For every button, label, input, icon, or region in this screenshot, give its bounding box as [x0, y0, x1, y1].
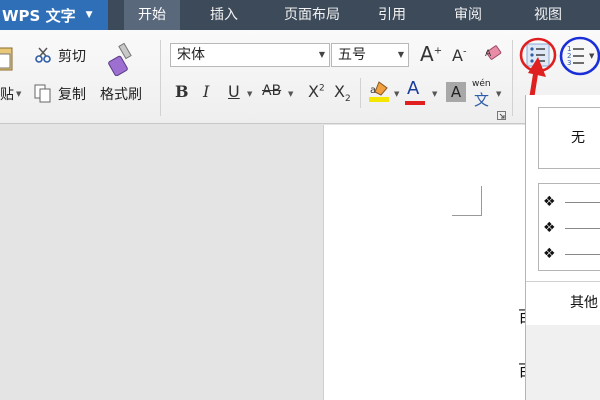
- bullet-option-none[interactable]: 无: [538, 107, 600, 169]
- bullet-option-diamond[interactable]: ❖ ❖ ❖: [538, 183, 600, 271]
- diamond-bullet-icon: ❖: [543, 194, 556, 210]
- numbered-list-button[interactable]: 1 2 3 ▼: [558, 34, 600, 76]
- app-title: WPS 文字: [2, 6, 76, 25]
- more-bullets-menu-item[interactable]: 其他: [570, 292, 598, 312]
- format-painter-icon[interactable]: [108, 42, 138, 76]
- chevron-down-icon[interactable]: ▼: [496, 90, 501, 98]
- app-menu-button[interactable]: WPS 文字 ▼: [0, 0, 108, 30]
- highlighter-icon[interactable]: ab: [367, 80, 391, 104]
- copy-icon[interactable]: [34, 84, 52, 104]
- tab-references[interactable]: 引用: [368, 0, 416, 30]
- cut-button[interactable]: 剪切: [58, 46, 86, 66]
- bullet-line-preview: [565, 253, 600, 255]
- phonetic-guide-top[interactable]: wén: [472, 79, 491, 89]
- group-divider: [360, 78, 361, 108]
- tab-insert[interactable]: 插入: [196, 0, 252, 30]
- shrink-font-button[interactable]: A-: [452, 46, 467, 65]
- tab-review[interactable]: 审阅: [444, 0, 492, 30]
- eraser-icon[interactable]: A: [484, 44, 506, 64]
- superscript-button[interactable]: X2: [308, 82, 325, 101]
- bullet-option-none-label: 无: [571, 130, 585, 146]
- title-tab-bar: WPS 文字 ▼ 开始 插入 页面布局 引用 审阅 视图: [0, 0, 600, 30]
- subscript-label: X: [334, 82, 345, 101]
- font-size-select[interactable]: 五号 ▼: [331, 43, 409, 67]
- grow-font-label: A: [420, 42, 434, 66]
- paste-icon[interactable]: [0, 44, 14, 72]
- copy-button[interactable]: 复制: [58, 84, 86, 104]
- diamond-bullet-icon: ❖: [543, 220, 556, 236]
- phonetic-guide-button[interactable]: 文: [474, 89, 489, 110]
- paste-label[interactable]: 贴: [0, 84, 14, 104]
- chevron-down-icon[interactable]: ▼: [319, 44, 325, 66]
- font-family-select[interactable]: 宋体 ▼: [170, 43, 330, 67]
- underline-button[interactable]: U: [228, 82, 240, 101]
- subscript-button[interactable]: X2: [334, 82, 351, 104]
- scissors-icon[interactable]: [34, 46, 52, 64]
- shrink-font-label: A: [452, 46, 463, 65]
- svg-text:3: 3: [567, 59, 571, 67]
- svg-text:▼: ▼: [589, 52, 595, 60]
- font-size-value: 五号: [338, 47, 366, 63]
- superscript-label: X: [308, 82, 319, 101]
- tab-view[interactable]: 视图: [520, 0, 576, 30]
- page-margin-marker: [452, 186, 482, 216]
- chevron-down-icon[interactable]: ▼: [432, 90, 437, 98]
- diamond-bullet-icon: ❖: [543, 246, 556, 262]
- character-shading-button[interactable]: A: [446, 82, 466, 102]
- chevron-down-icon[interactable]: ▼: [16, 90, 21, 98]
- chevron-down-icon[interactable]: ▼: [398, 44, 404, 66]
- bullet-style-dropdown: 无 ❖ ❖ ❖ 其他: [525, 95, 600, 400]
- dropdown-footer: [526, 325, 600, 400]
- font-family-value: 宋体: [177, 47, 205, 63]
- tab-home[interactable]: 开始: [124, 0, 180, 30]
- dialog-launcher-icon[interactable]: [497, 111, 506, 120]
- document-workspace: [0, 125, 600, 400]
- ribbon-home: 贴 ▼ 剪切 复制 格式刷 宋体 ▼ 五号 ▼ A+ A- A B I U ▼ …: [0, 30, 600, 124]
- chevron-down-icon[interactable]: ▼: [247, 90, 252, 98]
- bullet-line-preview: [565, 227, 600, 229]
- group-divider: [160, 40, 161, 116]
- chevron-down-icon: ▼: [85, 10, 93, 20]
- font-color-swatch: [405, 101, 425, 105]
- chevron-down-icon[interactable]: ▼: [288, 90, 293, 98]
- grow-font-button[interactable]: A+: [420, 42, 442, 66]
- menu-divider: [526, 281, 600, 282]
- svg-text:A: A: [485, 49, 492, 59]
- group-divider: [512, 40, 513, 116]
- format-painter-button[interactable]: 格式刷: [100, 84, 142, 104]
- font-color-button[interactable]: A: [407, 78, 419, 99]
- chevron-down-icon[interactable]: ▼: [394, 90, 399, 98]
- italic-button[interactable]: I: [203, 82, 209, 101]
- tab-page-layout[interactable]: 页面布局: [270, 0, 354, 30]
- bullet-line-preview: [565, 201, 600, 203]
- bold-button[interactable]: B: [175, 82, 189, 101]
- strikethrough-button[interactable]: AB: [262, 83, 281, 99]
